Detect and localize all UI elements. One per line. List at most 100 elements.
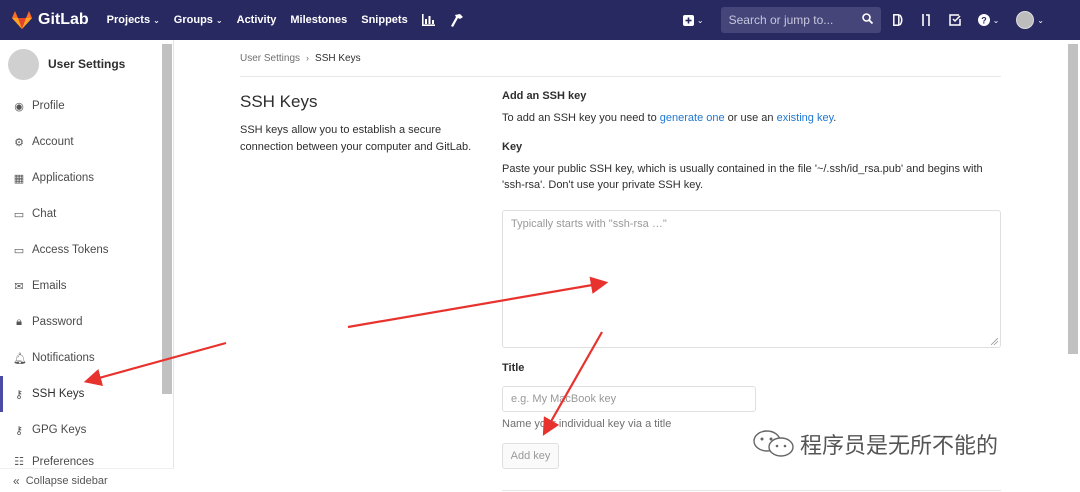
sidebar-item-access-tokens[interactable]: ▭ Access Tokens: [0, 232, 162, 268]
chevron-down-icon: ⌄: [992, 15, 1000, 25]
sidebar-item-chat[interactable]: ▭ Chat: [0, 196, 162, 232]
key-textarea[interactable]: Typically starts with "ssh-rsa …": [502, 210, 1001, 348]
sidebar-item-notifications[interactable]: 🔔︎ Notifications: [0, 340, 162, 376]
key-placeholder: Typically starts with "ssh-rsa …": [511, 218, 667, 230]
nav-milestones-label: Milestones: [290, 14, 348, 26]
title-field[interactable]: e.g. My MacBook key: [502, 386, 756, 412]
help-text: To add an SSH key you need to: [502, 112, 660, 124]
sidebar-item-label: SSH Keys: [32, 388, 85, 400]
add-ssh-key-form: Add an SSH key To add an SSH key you nee…: [502, 90, 1001, 491]
breadcrumb-current[interactable]: SSH Keys: [315, 53, 361, 64]
generate-one-link[interactable]: generate one: [660, 112, 725, 124]
avatar-icon: [1016, 11, 1035, 29]
page-title: SSH Keys: [240, 92, 318, 111]
nav-groups[interactable]: Groups ⌄: [174, 14, 223, 26]
chat-icon: ▭: [13, 208, 25, 221]
sidebar-item-label: Notifications: [32, 352, 95, 364]
chevron-down-icon: ⌄: [215, 15, 223, 25]
divider: [502, 490, 1001, 491]
page-description: SSH keys allow you to establish a secure…: [240, 124, 472, 153]
existing-key-link[interactable]: existing key: [777, 112, 834, 124]
sidebar-item-preferences[interactable]: ☷ Preferences: [0, 448, 162, 468]
lock-icon: 🔒︎: [16, 315, 22, 328]
sidebar-item-applications[interactable]: ▦ Applications: [0, 160, 162, 196]
nav-snippets-label: Snippets: [361, 14, 408, 26]
page-scrollbar[interactable]: [1068, 44, 1078, 354]
wrench-icon[interactable]: [450, 13, 463, 27]
title-placeholder: e.g. My MacBook key: [511, 393, 617, 405]
sidebar-item-account[interactable]: ⚙ Account: [0, 124, 162, 160]
help-icon[interactable]: ? ⌄: [977, 14, 1000, 26]
key-help: Paste your public SSH key, which is usua…: [502, 163, 983, 191]
nav-milestones[interactable]: Milestones: [290, 14, 347, 26]
sidebar-item-label: GPG Keys: [32, 424, 87, 436]
key-icon: ⚷: [14, 424, 24, 437]
sidebar-item-label: Password: [32, 316, 83, 328]
sidebar-item-ssh-keys[interactable]: ⚷ SSH Keys: [0, 376, 162, 412]
brand-name: GitLab: [38, 11, 89, 28]
title-label: Title: [502, 362, 525, 374]
add-key-button[interactable]: Add key: [502, 443, 559, 469]
search-placeholder: Search or jump to...: [728, 13, 834, 27]
settings-sidebar: User Settings ◉ Profile ⚙ Account ▦ Applica…: [0, 40, 174, 492]
avatar: [8, 48, 39, 80]
help-text: or use an: [724, 112, 777, 124]
bell-icon: 🔔︎: [13, 352, 27, 365]
sidebar-item-password[interactable]: 🔒︎ Password: [0, 304, 162, 340]
sidebar-item-label: Chat: [32, 208, 57, 220]
user-menu[interactable]: ⌄: [1016, 11, 1044, 29]
breadcrumb-parent[interactable]: User Settings: [240, 53, 300, 64]
breadcrumb: User Settings › SSH Keys: [240, 40, 1001, 77]
search-input[interactable]: Search or jump to...: [720, 7, 881, 33]
collapse-sidebar-button[interactable]: « Collapse sidebar: [0, 468, 174, 492]
sidebar-scrollbar[interactable]: [162, 44, 172, 394]
nav-groups-label: Groups: [173, 14, 213, 26]
merge-request-icon[interactable]: [921, 14, 932, 26]
chevron-down-icon: ⌄: [696, 15, 704, 25]
title-help: Name your individual key via a title: [502, 418, 672, 430]
nav-projects[interactable]: Projects ⌄: [107, 14, 160, 26]
sidebar-item-emails[interactable]: ✉ Emails: [0, 268, 162, 304]
preferences-icon: ☷: [14, 456, 24, 468]
profile-icon: ◉: [14, 100, 24, 113]
resize-handle-icon[interactable]: [991, 338, 998, 345]
chart-icon[interactable]: [421, 14, 435, 26]
sidebar-header[interactable]: User Settings: [0, 40, 173, 88]
plus-square-icon[interactable]: ⌄: [682, 14, 704, 26]
svg-text:?: ?: [981, 15, 987, 25]
todo-icon[interactable]: [948, 14, 961, 26]
wechat-watermark: 程序员是无所不能的: [752, 428, 998, 460]
collapse-label: Collapse sidebar: [25, 474, 108, 487]
search-icon: [861, 13, 873, 27]
watermark-text: 程序员是无所不能的: [800, 433, 999, 458]
account-icon: ⚙: [14, 136, 24, 149]
chevron-down-icon: ⌄: [1037, 15, 1044, 25]
issues-icon[interactable]: [892, 14, 904, 26]
sidebar-title: User Settings: [48, 57, 126, 71]
gitlab-logo[interactable]: GitLab: [12, 11, 89, 29]
nav-activity[interactable]: Activity: [237, 14, 277, 26]
sidebar-item-label: Account: [32, 136, 74, 148]
top-navbar: GitLab Projects ⌄ Groups ⌄ Activity Milest…: [0, 0, 1080, 40]
form-help: To add an SSH key you need to generate o…: [502, 110, 1001, 126]
key-icon: ⚷: [14, 388, 24, 401]
sidebar-item-gpg-keys[interactable]: ⚷ GPG Keys: [0, 412, 162, 448]
double-chevron-left-icon: «: [13, 473, 20, 488]
form-heading: Add an SSH key: [502, 90, 587, 102]
nav-snippets[interactable]: Snippets: [361, 14, 407, 26]
sidebar-item-label: Profile: [32, 100, 65, 112]
sidebar-item-label: Preferences: [32, 456, 95, 468]
intro-section: SSH Keys SSH keys allow you to establish…: [240, 92, 490, 156]
chevron-right-icon: ›: [306, 53, 310, 63]
sidebar-item-label: Emails: [32, 280, 67, 292]
applications-icon: ▦: [13, 172, 25, 185]
sidebar-item-profile[interactable]: ◉ Profile: [0, 88, 162, 124]
chevron-down-icon: ⌄: [153, 15, 160, 25]
nav-projects-label: Projects: [106, 14, 151, 26]
email-icon: ✉: [14, 280, 24, 293]
main-content: User Settings › SSH Keys SSH Keys SSH ke…: [240, 40, 1001, 491]
nav-activity-label: Activity: [236, 14, 277, 26]
tanuki-icon: [12, 11, 32, 29]
wechat-icon: [753, 430, 794, 457]
sidebar-item-label: Access Tokens: [32, 244, 109, 256]
